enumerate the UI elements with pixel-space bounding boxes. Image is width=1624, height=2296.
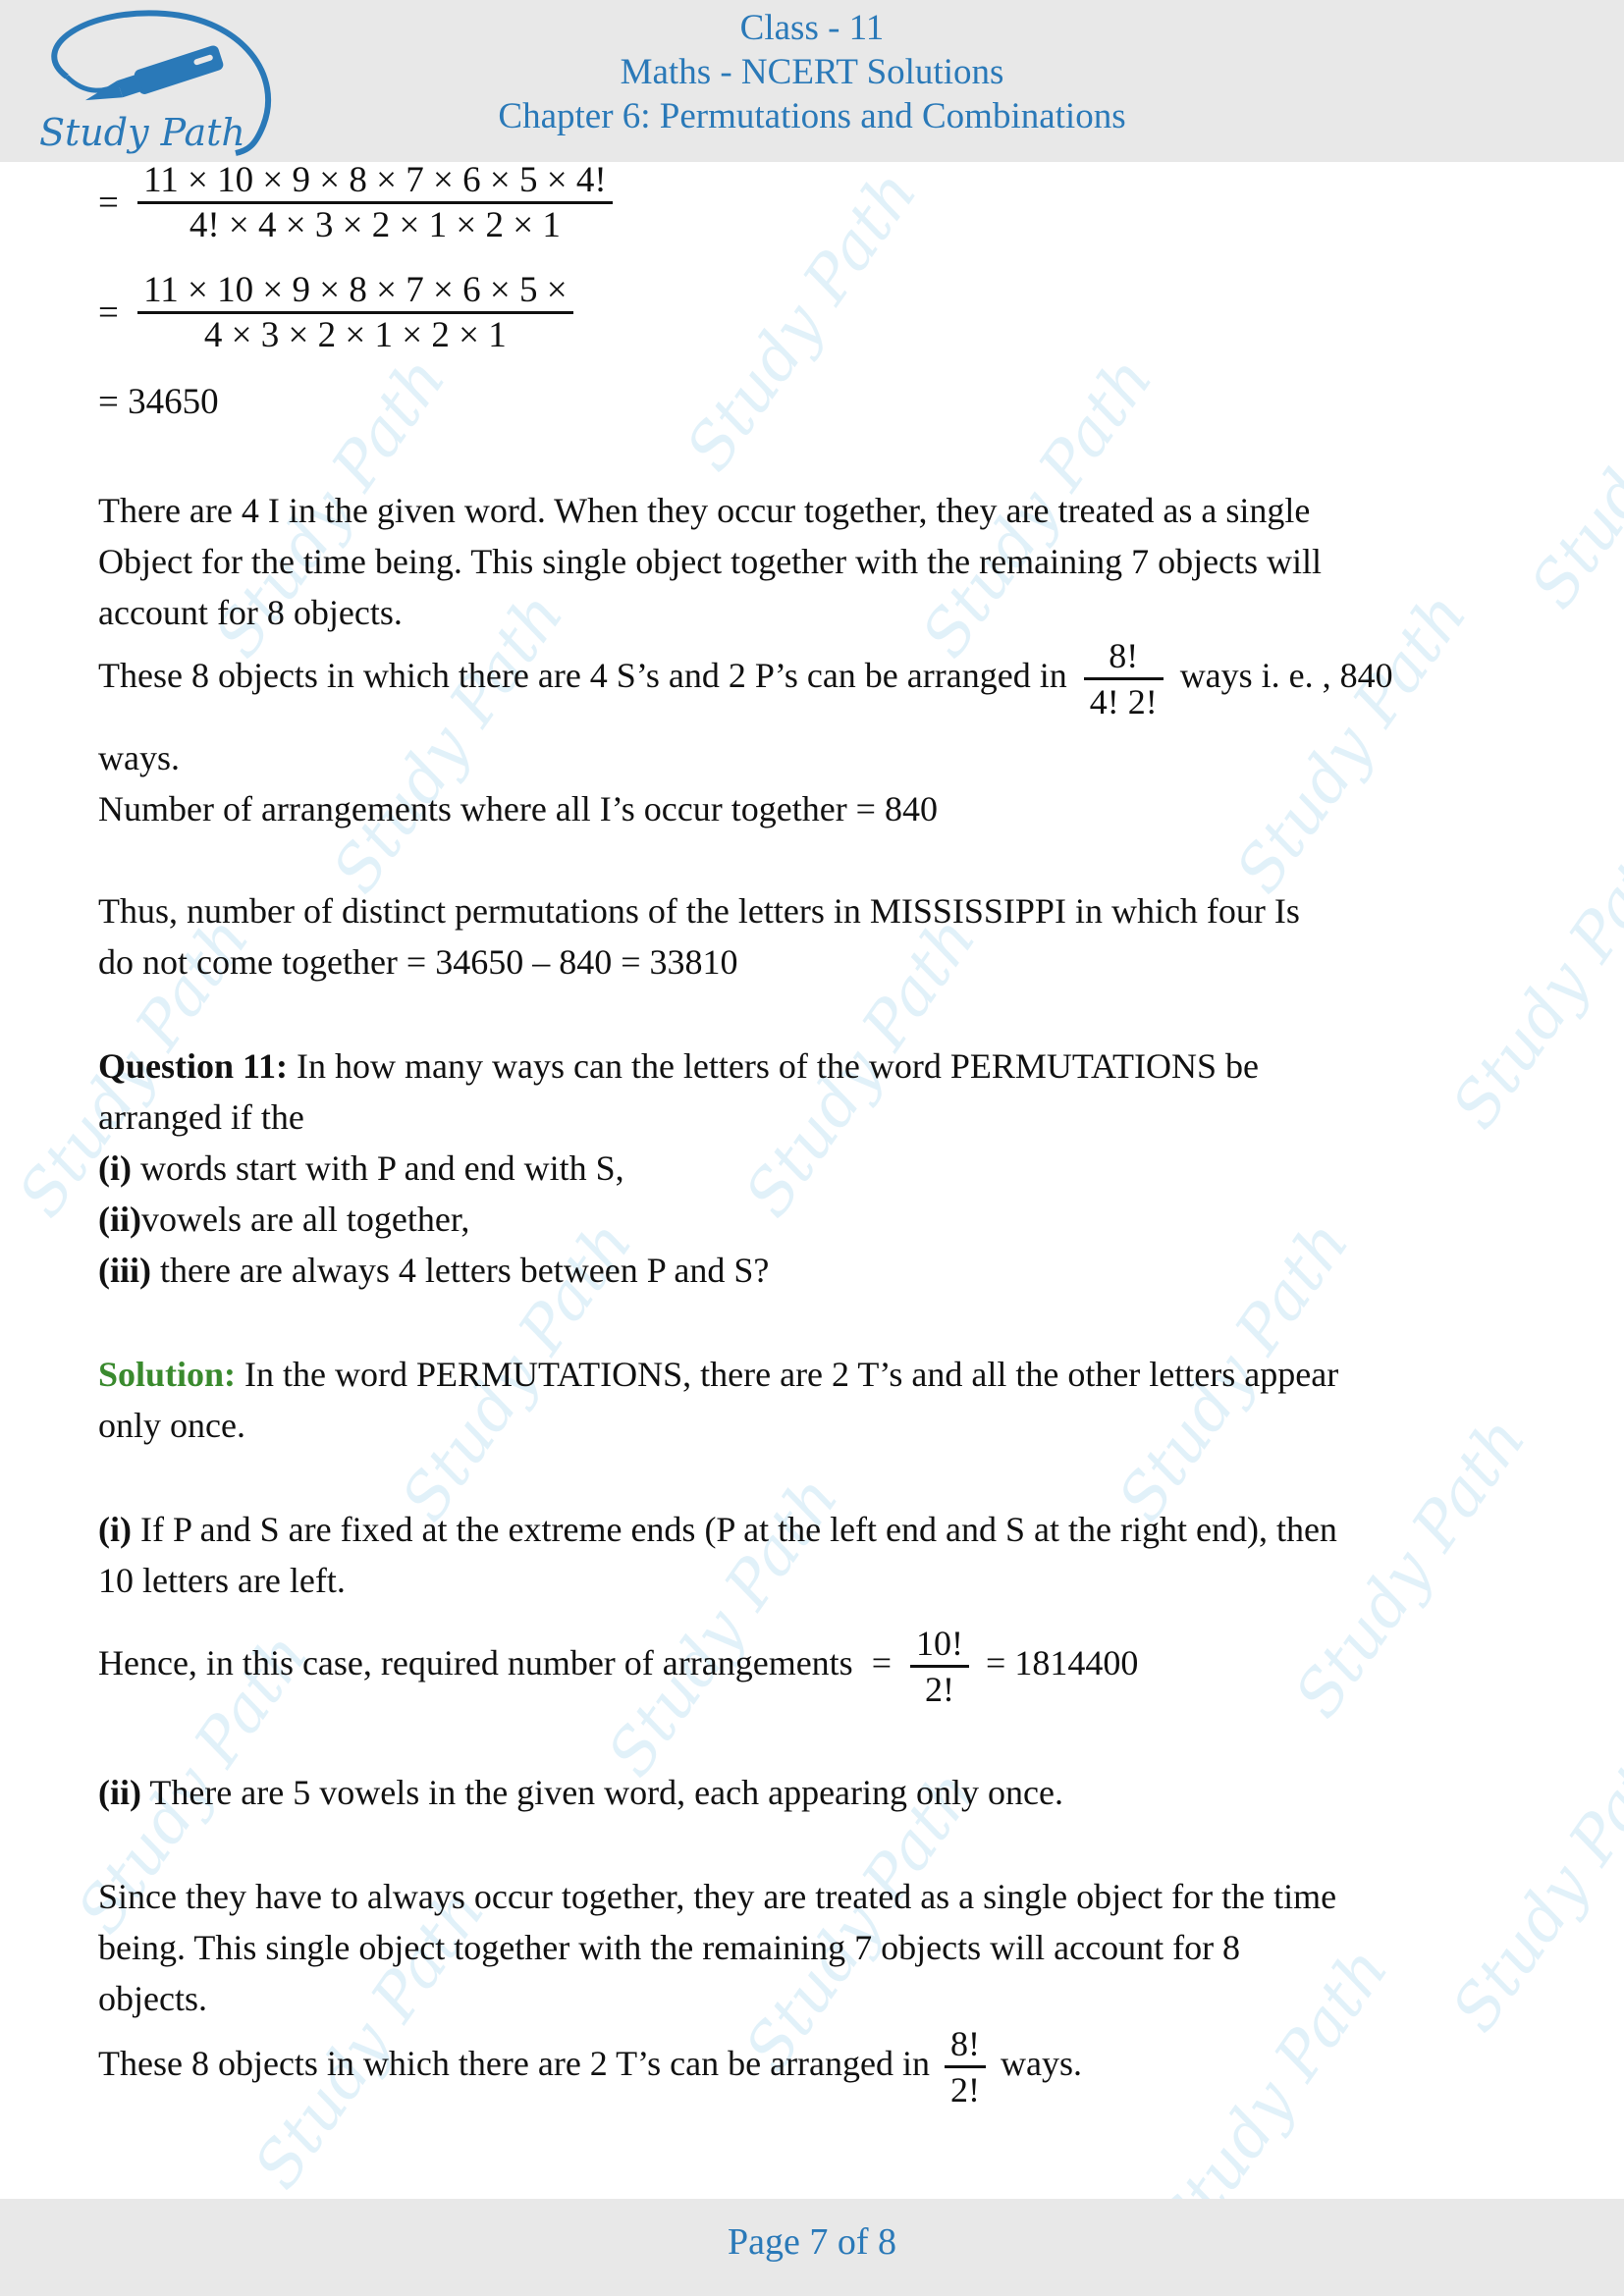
paragraph-line: ways.	[98, 738, 180, 777]
paragraph-line: do not come together = 34650 – 840 = 338…	[98, 942, 738, 982]
question-part: (iii) there are always 4 letters between…	[98, 1251, 770, 1290]
page-footer: Page 7 of 8	[0, 2199, 1624, 2296]
paragraph-line: Object for the time being. This single o…	[98, 542, 1323, 581]
question-part: (ii)vowels are all together,	[98, 1200, 470, 1239]
paragraph-line: arranged if the	[98, 1097, 304, 1137]
solution-heading: Solution: In the word PERMUTATIONS, ther…	[98, 1355, 1339, 1394]
arrangement-line: These 8 objects in which there are 4 S’s…	[98, 634, 1393, 723]
fraction: 8! 2!	[945, 2022, 987, 2111]
fraction: 11 × 10 × 9 × 8 × 7 × 6 × 5 × 4! 4! × 4 …	[137, 159, 613, 246]
arrangement-line: These 8 objects in which there are 2 T’s…	[98, 2022, 1083, 2111]
paragraph-line: objects.	[98, 1979, 207, 2018]
watermark: Study Path	[1281, 1404, 1541, 1732]
equation-1: = 11 × 10 × 9 × 8 × 7 × 6 × 5 × 4! 4! × …	[98, 159, 613, 246]
watermark: Study Path	[1438, 1718, 1624, 2046]
header-class: Class - 11	[739, 8, 885, 48]
question-part: (i) words start with P and end with S,	[98, 1148, 624, 1188]
fraction: 10! 2!	[910, 1622, 970, 1711]
result-line: Hence, in this case, required number of …	[98, 1622, 1139, 1711]
watermark: Study Path	[673, 157, 932, 485]
paragraph-line: 10 letters are left.	[98, 1561, 346, 1600]
paragraph-line: Thus, number of distinct permutations of…	[98, 891, 1300, 931]
paragraph-line: Since they have to always occur together…	[98, 1877, 1337, 1916]
page-header: Study Path Class - 11 Maths - NCERT Solu…	[0, 0, 1624, 162]
equation-3: = 34650	[98, 382, 219, 422]
paragraph-line: being. This single object together with …	[98, 1928, 1241, 1967]
page-number: Page 7 of 8	[727, 2221, 897, 2263]
header-subject: Maths - NCERT Solutions	[620, 52, 1004, 92]
watermark: Study Path	[1517, 295, 1624, 622]
solution-part: (ii) There are 5 vowels in the given wor…	[98, 1773, 1063, 1812]
question-heading: Question 11: In how many ways can the le…	[98, 1046, 1259, 1086]
watermark: Study Path	[1222, 579, 1482, 907]
header-chapter: Chapter 6: Permutations and Combinations	[498, 96, 1126, 136]
paragraph-line: account for 8 objects.	[98, 593, 403, 632]
question-label: Question 11:	[98, 1046, 289, 1086]
watermark: Study Path	[1438, 815, 1624, 1143]
solution-part: (i) If P and S are fixed at the extreme …	[98, 1510, 1337, 1549]
fraction: 11 × 10 × 9 × 8 × 7 × 6 × 5 × 4 × 3 × 2 …	[137, 269, 573, 356]
equation-2: = 11 × 10 × 9 × 8 × 7 × 6 × 5 × 4 × 3 × …	[98, 269, 573, 356]
fraction: 8! 4! 2!	[1083, 634, 1164, 723]
paragraph-line: Number of arrangements where all I’s occ…	[98, 789, 938, 828]
paragraph-line: only once.	[98, 1406, 245, 1445]
solution-label: Solution:	[98, 1355, 237, 1394]
paragraph-line: There are 4 I in the given word. When th…	[98, 491, 1311, 530]
